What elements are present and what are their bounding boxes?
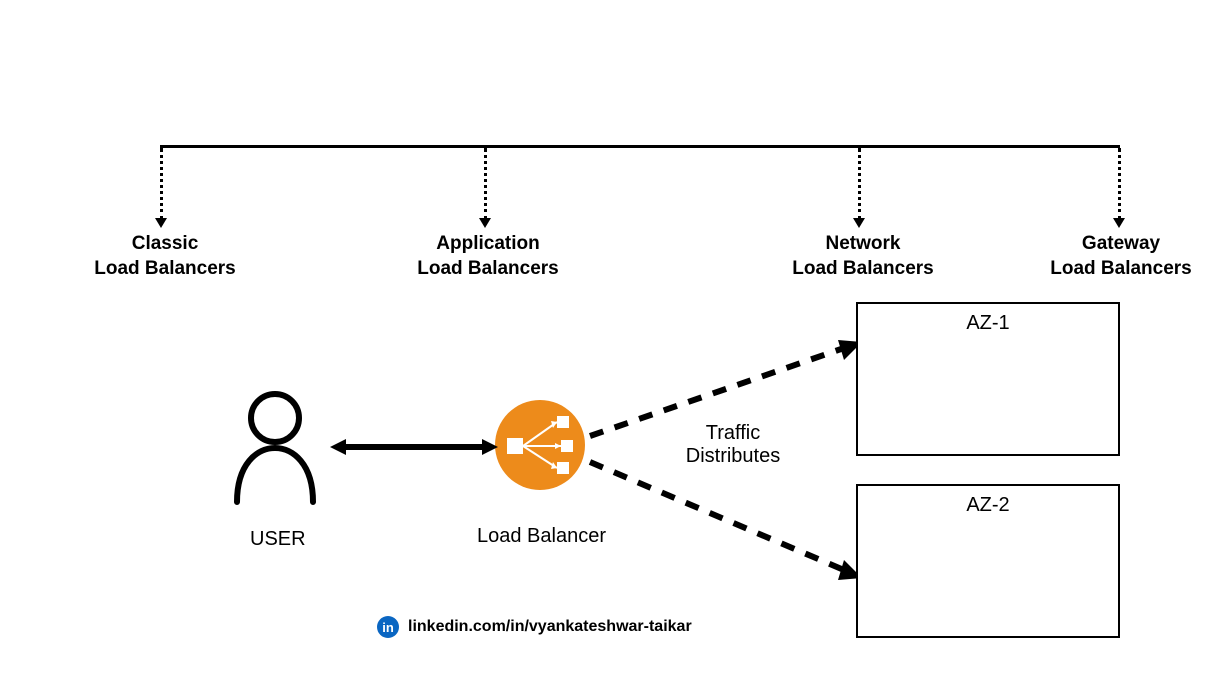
dotted-arrow-classic <box>160 148 163 220</box>
label-network-line1: Network <box>826 233 901 254</box>
label-application: Application Load Balancers <box>398 232 578 281</box>
diagram-canvas: Classic Load Balancers Application Load … <box>0 0 1230 693</box>
top-connector-bar <box>160 145 1120 148</box>
load-balancer-icon <box>495 400 585 490</box>
arrowhead-gateway <box>1113 218 1125 228</box>
dotted-arrow-network <box>858 148 861 220</box>
az1-box: AZ-1 <box>856 302 1120 456</box>
label-gateway: Gateway Load Balancers <box>1036 232 1206 281</box>
traffic-distributes-label: Traffic Distributes <box>668 422 798 468</box>
user-icon <box>225 386 325 506</box>
linkedin-icon-text: in <box>382 620 394 635</box>
label-gateway-line1: Gateway <box>1082 233 1160 254</box>
label-classic-line2: Load Balancers <box>94 258 236 279</box>
label-gateway-line2: Load Balancers <box>1050 258 1192 279</box>
traffic-line2: Distributes <box>686 445 780 467</box>
az2-label: AZ-2 <box>858 494 1118 517</box>
traffic-line1: Traffic <box>706 422 760 444</box>
lb-az2-arrow <box>580 448 870 598</box>
az1-label: AZ-1 <box>858 312 1118 335</box>
az2-box: AZ-2 <box>856 484 1120 638</box>
linkedin-icon: in <box>377 616 399 638</box>
user-lb-arrow <box>330 432 498 462</box>
arrowhead-classic <box>155 218 167 228</box>
dotted-arrow-application <box>484 148 487 220</box>
label-network: Network Load Balancers <box>778 232 948 281</box>
label-application-line2: Load Balancers <box>417 258 559 279</box>
label-application-line1: Application <box>436 233 539 254</box>
arrowhead-network <box>853 218 865 228</box>
arrowhead-application <box>479 218 491 228</box>
dotted-arrow-gateway <box>1118 148 1121 220</box>
attribution-text: linkedin.com/in/vyankateshwar-taikar <box>408 618 692 636</box>
label-classic: Classic Load Balancers <box>80 232 250 281</box>
load-balancer-glyph <box>495 400 585 490</box>
user-label: USER <box>250 528 306 551</box>
label-classic-line1: Classic <box>132 233 199 254</box>
label-network-line2: Load Balancers <box>792 258 934 279</box>
